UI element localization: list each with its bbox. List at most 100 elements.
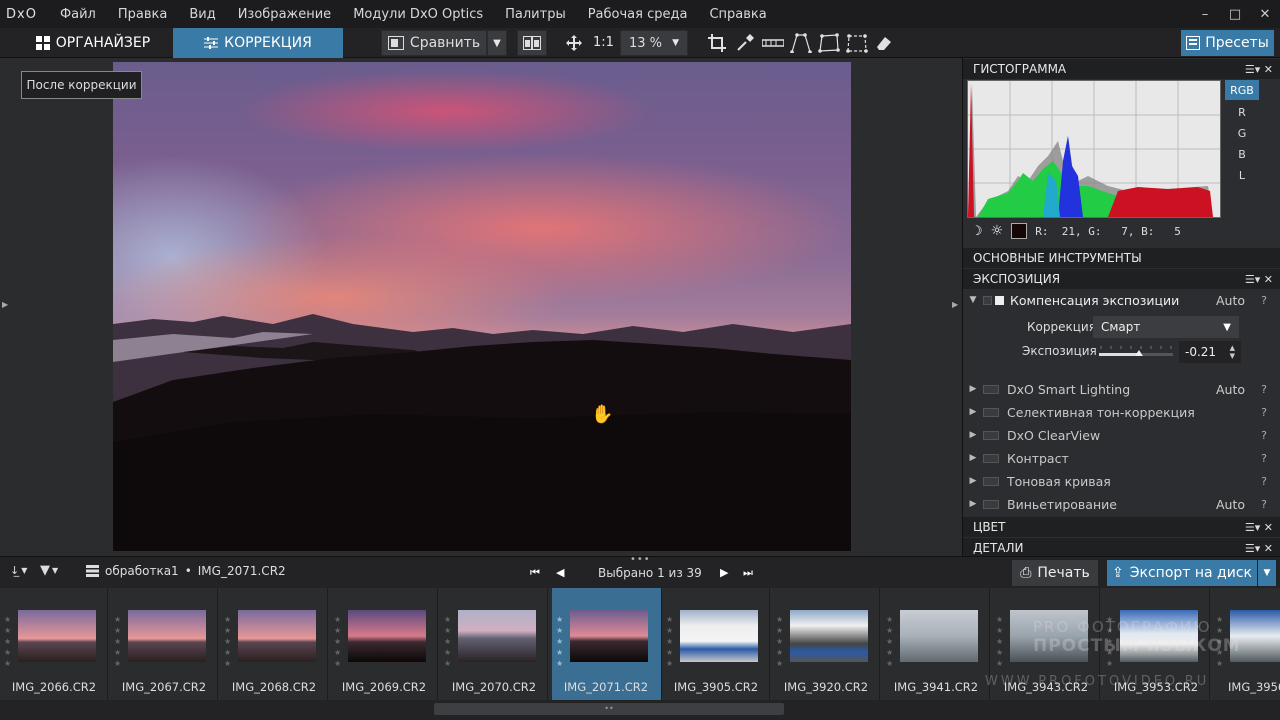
side-by-side-button[interactable] (517, 30, 547, 56)
auto-label[interactable]: Auto (1216, 382, 1245, 397)
tab-organizer[interactable]: ОРГАНАЙЗЕР (18, 28, 168, 58)
enable-toggle[interactable] (983, 499, 999, 509)
tool-row-vignetting[interactable]: ▶ Виньетирование Auto? (963, 493, 1280, 515)
rating-stars[interactable]: ★ ★ ★ ★ ★ (1216, 614, 1226, 669)
filmstrip-scrollbar[interactable]: •• (0, 700, 1280, 720)
thumbnail[interactable]: ★ ★ ★ ★ ★ IMG_2067.CR2 (110, 588, 218, 700)
enable-toggle[interactable] (983, 407, 999, 417)
rating-stars[interactable]: ★ ★ ★ ★ ★ (1106, 614, 1116, 669)
thumbnail[interactable]: ★ ★ ★ ★ ★ IMG_3941.CR2 (882, 588, 990, 700)
left-panel-expand-icon[interactable]: ▶ (2, 300, 8, 309)
first-image-icon[interactable]: ⏮ (530, 566, 540, 580)
rating-stars[interactable]: ★ ★ ★ ★ ★ (776, 614, 786, 669)
eight-point-perspective-icon[interactable] (846, 32, 868, 54)
enable-toggle[interactable] (983, 430, 999, 440)
zoom-select[interactable]: 13 % ▼ (620, 30, 688, 56)
histogram-channel-r[interactable]: R (1225, 102, 1259, 122)
crop-icon[interactable] (707, 33, 727, 53)
palette-menu-close-icon[interactable]: ☰▾ ✕ (1245, 521, 1273, 534)
rating-stars[interactable]: ★ ★ ★ ★ ★ (444, 614, 454, 669)
horizon-icon[interactable] (762, 33, 784, 53)
menu-file[interactable]: Файл (49, 7, 107, 22)
minimize-button[interactable]: – (1190, 7, 1220, 22)
histogram-channel-l[interactable]: L (1225, 165, 1259, 185)
close-window-button[interactable]: ✕ (1250, 7, 1280, 22)
auto-label[interactable]: Auto (1216, 497, 1245, 512)
eraser-icon[interactable] (874, 33, 894, 53)
compare-dropdown[interactable]: ▼ (487, 30, 507, 56)
collapsed-triangle-icon[interactable]: ▶ (963, 407, 983, 417)
next-image-icon[interactable]: ▶ (720, 566, 728, 579)
thumbnail-selected[interactable]: ★ ★ ★ ★ ★ IMG_2071.CR2 (552, 588, 662, 700)
tool-row-tone-curve[interactable]: ▶ Тоновая кривая? (963, 470, 1280, 492)
filter-button[interactable]: ▼ ▼ (40, 563, 58, 578)
maximize-button[interactable]: □ (1220, 7, 1250, 22)
thumbnail[interactable]: ★ ★ ★ ★ ★ IMG_3943.CR2 (992, 588, 1100, 700)
image-viewer[interactable]: ▶ ▶ ✋ После коррекции (0, 58, 962, 555)
help-icon[interactable]: ? (1261, 429, 1267, 442)
rating-stars[interactable]: ★ ★ ★ ★ ★ (886, 614, 896, 669)
histogram-header[interactable]: ГИСТОГРАММА ☰▾ ✕ (963, 59, 1280, 79)
palette-menu-close-icon[interactable]: ☰▾ ✕ (1245, 273, 1273, 286)
thumbnail[interactable]: ★ ★ ★ ★ ★ IMG_3956 (1212, 588, 1280, 700)
shadow-clipping-icon[interactable]: ☽ (971, 224, 983, 239)
tool-row-selective-tone[interactable]: ▶ Селективная тон-коррекция? (963, 401, 1280, 423)
tool-row-clearview[interactable]: ▶ DxO ClearView? (963, 424, 1280, 446)
presets-button[interactable]: Пресеты (1181, 30, 1274, 56)
perspective-icon[interactable] (790, 32, 812, 54)
zoom-1to1-button[interactable]: 1:1 (593, 35, 614, 50)
compare-button[interactable]: Сравнить (381, 30, 487, 56)
right-panel-collapse-icon[interactable]: ▶ (952, 300, 958, 309)
exposure-compensation-row[interactable]: ▼ Компенсация экспозиции Auto ? (963, 289, 1280, 311)
help-icon[interactable]: ? (1261, 406, 1267, 419)
histogram-channel-rgb[interactable]: RGB (1225, 80, 1259, 100)
rating-stars[interactable]: ★ ★ ★ ★ ★ (224, 614, 234, 669)
histogram-channel-g[interactable]: G (1225, 123, 1259, 143)
stepper-arrows-icon[interactable]: ▲ ▼ (1230, 344, 1235, 360)
eyedropper-icon[interactable] (735, 33, 755, 53)
rating-stars[interactable]: ★ ★ ★ ★ ★ (556, 614, 566, 669)
collapsed-triangle-icon[interactable]: ▶ (963, 476, 983, 486)
rating-stars[interactable]: ★ ★ ★ ★ ★ (666, 614, 676, 669)
menu-palettes[interactable]: Палитры (494, 7, 577, 22)
thumbnail[interactable]: ★ ★ ★ ★ ★ IMG_2070.CR2 (440, 588, 548, 700)
rectangle-perspective-icon[interactable] (818, 32, 840, 54)
collapsed-triangle-icon[interactable]: ▶ (963, 430, 983, 440)
help-icon[interactable]: ? (1261, 452, 1267, 465)
help-icon[interactable]: ? (1261, 294, 1267, 307)
thumbnail[interactable]: ★ ★ ★ ★ ★ IMG_3905.CR2 (662, 588, 770, 700)
thumbnail[interactable]: ★ ★ ★ ★ ★ IMG_2068.CR2 (220, 588, 328, 700)
color-header[interactable]: ЦВЕТ ☰▾ ✕ (963, 517, 1280, 537)
highlight-clipping-icon[interactable]: ☼ (991, 223, 1004, 239)
details-header[interactable]: ДЕТАЛИ ☰▾ ✕ (963, 538, 1280, 558)
help-icon[interactable]: ? (1261, 383, 1267, 396)
help-icon[interactable]: ? (1261, 475, 1267, 488)
basic-tools-header[interactable]: ОСНОВНЫЕ ИНСТРУМЕНТЫ (963, 248, 1280, 268)
menu-optics-modules[interactable]: Модули DxO Optics (342, 7, 494, 22)
thumbnail[interactable]: ★ ★ ★ ★ ★ IMG_2069.CR2 (330, 588, 438, 700)
last-image-icon[interactable]: ⏭ (743, 566, 753, 580)
menu-workspace[interactable]: Рабочая среда (577, 7, 699, 22)
move-icon[interactable] (565, 34, 583, 52)
thumbnail[interactable]: ★ ★ ★ ★ ★ IMG_3920.CR2 (772, 588, 880, 700)
tool-row-contrast[interactable]: ▶ Контраст? (963, 447, 1280, 469)
expanded-triangle-icon[interactable]: ▼ (963, 295, 983, 305)
collapsed-triangle-icon[interactable]: ▶ (963, 384, 983, 394)
previous-image-icon[interactable]: ◀ (556, 566, 564, 579)
preview-photo[interactable]: ✋ (113, 62, 851, 551)
print-button[interactable]: ⎙ Печать (1012, 560, 1098, 586)
menu-view[interactable]: Вид (178, 7, 226, 22)
rating-stars[interactable]: ★ ★ ★ ★ ★ (996, 614, 1006, 669)
menu-image[interactable]: Изображение (227, 7, 342, 22)
enable-toggle[interactable] (983, 453, 999, 463)
exposure-header[interactable]: ЭКСПОЗИЦИЯ ☰▾ ✕ (963, 269, 1280, 289)
rating-stars[interactable]: ★ ★ ★ ★ ★ (114, 614, 124, 669)
collapsed-triangle-icon[interactable]: ▶ (963, 499, 983, 509)
resize-handle-icon[interactable]: ••• (630, 554, 651, 565)
histogram-channel-b[interactable]: B (1225, 144, 1259, 164)
enable-toggle[interactable] (983, 295, 992, 305)
thumbnail[interactable]: ★ ★ ★ ★ ★ IMG_3953.CR2 (1102, 588, 1210, 700)
palette-menu-close-icon[interactable]: ☰▾ ✕ (1245, 63, 1273, 76)
export-dropdown[interactable]: ▼ (1258, 560, 1276, 586)
menu-edit[interactable]: Правка (107, 7, 178, 22)
